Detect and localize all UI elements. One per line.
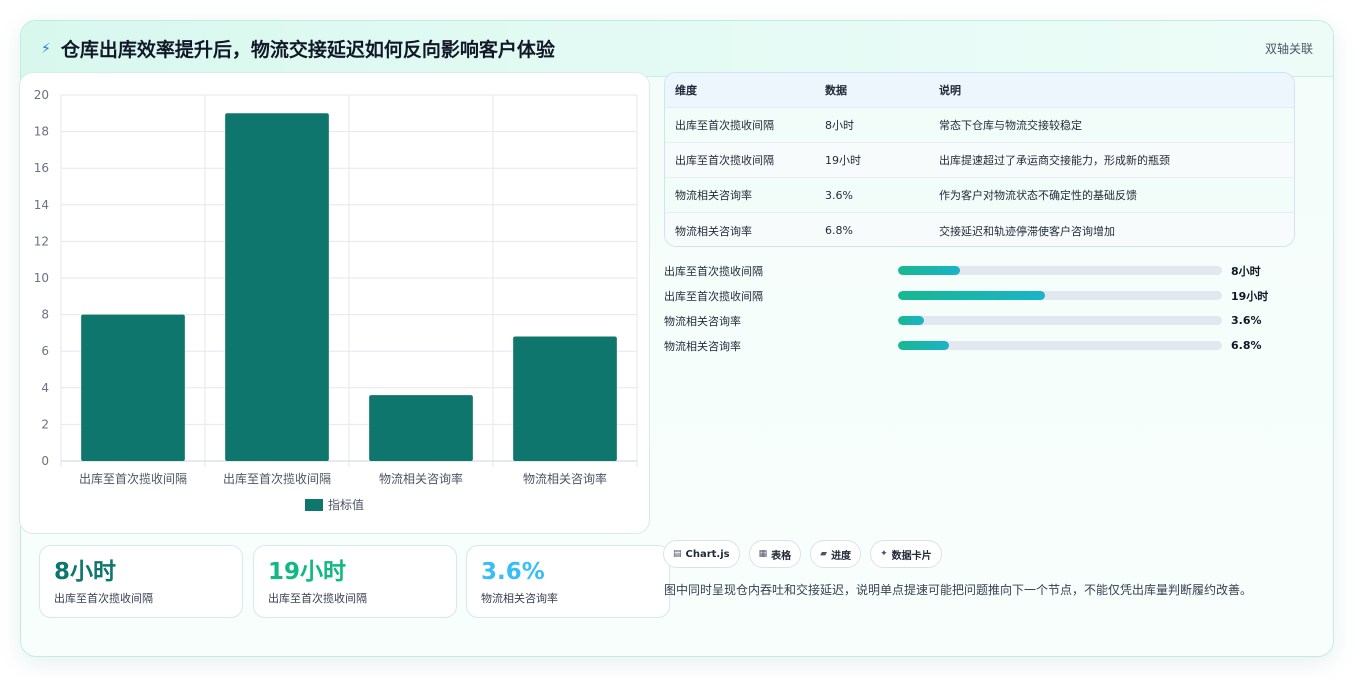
tech-chips: ▤ Chart.js ▦ 表格 ▰ 进度 ✦ 数据卡片 <box>663 540 942 568</box>
table-row: 物流相关咨询率 6.8% 交接延迟和轨迹停滞使客户咨询增加 <box>665 213 1294 246</box>
table-row: 物流相关咨询率 3.6% 作为客户对物流状态不确定性的基础反馈 <box>665 178 1294 213</box>
kpi-value: 3.6% <box>481 559 545 585</box>
table-header-cell: 数据 <box>825 84 847 97</box>
progress-track <box>898 341 1222 350</box>
header: ⚡ 仓库出库效率提升后，物流交接延迟如何反向影响客户体验 双轴关联 <box>21 21 1333 77</box>
table-cell: 出库至首次揽收间隔 <box>675 154 774 167</box>
bar <box>369 395 473 461</box>
progress-value: 19小时 <box>1231 289 1269 303</box>
chip-chartjs[interactable]: ▤ Chart.js <box>663 540 740 568</box>
table-cell: 3.6% <box>825 188 853 202</box>
kpi-label: 出库至首次揽收间隔 <box>54 592 153 605</box>
chart-icon: ▤ <box>673 549 682 559</box>
chip-data-cards[interactable]: ✦ 数据卡片 <box>870 540 942 568</box>
chip-label: 进度 <box>831 550 852 562</box>
y-tick-label: 4 <box>41 381 49 395</box>
table-header-row: 维度 数据 说明 <box>665 73 1294 108</box>
chip-label: 表格 <box>771 550 792 562</box>
bar <box>225 113 329 462</box>
page-title: 仓库出库效率提升后，物流交接延迟如何反向影响客户体验 <box>60 39 555 61</box>
table-cell: 19小时 <box>825 154 861 167</box>
x-tick-label: 出库至首次揽收间隔 <box>79 471 187 486</box>
y-tick-label: 0 <box>41 454 49 468</box>
progress-list: 出库至首次揽收间隔 8小时 出库至首次揽收间隔 19小时 物流相关咨询率 3.6… <box>664 258 1295 358</box>
kpi-label: 出库至首次揽收间隔 <box>268 592 367 605</box>
chip-label: 数据卡片 <box>891 550 932 562</box>
table-row: 出库至首次揽收间隔 8小时 常态下仓库与物流交接较稳定 <box>665 108 1294 143</box>
progress-value: 6.8% <box>1231 339 1262 352</box>
y-tick-label: 6 <box>41 344 49 358</box>
legend-swatch <box>305 499 323 511</box>
progress-label: 出库至首次揽收间隔 <box>664 289 763 303</box>
progress-row: 出库至首次揽收间隔 8小时 <box>664 258 1295 283</box>
table-cell: 物流相关咨询率 <box>675 224 752 238</box>
table-header-cell: 说明 <box>939 84 961 97</box>
x-tick-label: 出库至首次揽收间隔 <box>223 471 331 486</box>
progress-value: 3.6% <box>1231 314 1262 327</box>
bar <box>81 314 185 461</box>
x-tick-label: 物流相关咨询率 <box>523 471 607 486</box>
table-cell: 出库至首次揽收间隔 <box>675 119 774 132</box>
chip-progress[interactable]: ▰ 进度 <box>810 540 862 568</box>
table-cell: 6.8% <box>825 224 853 237</box>
progress-track <box>898 291 1222 300</box>
table-cell: 出库提速超过了承运商交接能力，形成新的瓶颈 <box>939 154 1170 167</box>
bar-chart: 0 2 4 6 8 10 12 14 16 18 20 出库至首次揽收间隔 出库至首次揽收间隔 物流相关咨… <box>34 88 638 512</box>
kpi-label: 物流相关咨询率 <box>481 592 558 605</box>
table-cell: 常态下仓库与物流交接较稳定 <box>939 119 1082 132</box>
kpi-card-1: 8小时 出库至首次揽收间隔 <box>39 545 243 618</box>
kpi-card-2: 19小时 出库至首次揽收间隔 <box>253 545 457 618</box>
progress-fill <box>898 266 960 275</box>
progress-icon: ▰ <box>820 549 828 559</box>
progress-label: 出库至首次揽收间隔 <box>664 264 763 278</box>
table-cell: 物流相关咨询率 <box>675 189 752 202</box>
summary-note: 图中同时呈现仓内吞吐和交接延迟，说明单点提速可能把问题推向下一个节点，不能仅凭出… <box>664 583 1253 597</box>
progress-row: 物流相关咨询率 3.6% <box>664 308 1295 333</box>
chip-table[interactable]: ▦ 表格 <box>748 540 802 568</box>
y-tick-label: 18 <box>34 125 49 139</box>
header-tag: 双轴关联 <box>1264 42 1313 56</box>
y-tick-label: 16 <box>34 161 49 175</box>
progress-fill <box>898 316 924 325</box>
progress-track <box>898 266 1222 275</box>
y-tick-label: 14 <box>34 198 49 212</box>
table-cell: 作为客户对物流状态不确定性的基础反馈 <box>939 189 1137 202</box>
bolt-icon: ⚡ <box>41 40 51 57</box>
progress-track <box>898 316 1222 325</box>
y-tick-label: 8 <box>41 308 49 322</box>
y-tick-label: 12 <box>34 234 49 248</box>
kpi-value: 19小时 <box>268 559 347 585</box>
progress-value: 8小时 <box>1231 264 1261 278</box>
progress-label: 物流相关咨询率 <box>664 314 741 328</box>
data-table: 维度 数据 说明 出库至首次揽收间隔 8小时 常态下仓库与物流交接较稳定 出库至… <box>664 72 1295 247</box>
progress-fill <box>898 291 1046 300</box>
progress-row: 出库至首次揽收间隔 19小时 <box>664 283 1295 308</box>
table-cell: 8小时 <box>825 119 854 132</box>
legend-label: 指标值 <box>328 497 364 512</box>
sparkle-icon: ✦ <box>880 549 888 559</box>
y-tick-label: 2 <box>41 417 49 431</box>
y-tick-label: 20 <box>34 88 49 102</box>
y-tick-label: 10 <box>34 271 49 285</box>
table-row: 出库至首次揽收间隔 19小时 出库提速超过了承运商交接能力，形成新的瓶颈 <box>665 143 1294 178</box>
table-icon: ▦ <box>758 549 768 559</box>
table-header-cell: 维度 <box>675 84 697 97</box>
progress-fill <box>898 341 949 350</box>
progress-label: 物流相关咨询率 <box>664 339 741 353</box>
kpi-value: 8小时 <box>54 559 117 585</box>
kpi-card-3: 3.6% 物流相关咨询率 <box>466 545 670 618</box>
table-cell: 交接延迟和轨迹停滞使客户咨询增加 <box>939 224 1115 238</box>
bar <box>513 336 617 461</box>
x-tick-label: 物流相关咨询率 <box>379 471 463 486</box>
progress-row: 物流相关咨询率 6.8% <box>664 333 1295 358</box>
bar-chart-panel: 0 2 4 6 8 10 12 14 16 18 20 出库至首次揽收间隔 出库至首次揽收间隔 物流相关咨… <box>19 72 650 534</box>
chip-label: Chart.js <box>685 548 730 560</box>
